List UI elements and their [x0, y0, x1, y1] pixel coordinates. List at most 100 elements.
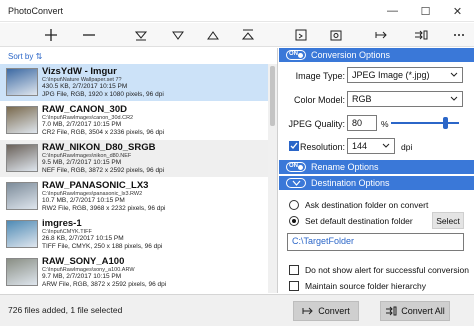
- maintain-hierarchy-label: Maintain source folder hierarchy: [305, 281, 426, 291]
- close-icon: ✕: [452, 5, 463, 18]
- settings-button[interactable]: [321, 25, 351, 45]
- file-details: ARW File, RGB, 3872 x 2592 pixels, 96 dp…: [42, 281, 167, 288]
- thumbnail: [6, 68, 38, 96]
- rename-toggle[interactable]: ON: [286, 162, 306, 172]
- minimize-icon: —: [387, 5, 398, 17]
- convert-all-icon: [415, 30, 428, 40]
- add-button[interactable]: [36, 25, 66, 45]
- color-model-label: Color Model:: [293, 95, 345, 105]
- rename-options-header[interactable]: ON Rename Options: [279, 160, 474, 174]
- status-bar: 726 files added, 1 file selected Convert…: [0, 294, 474, 326]
- sort-by-control[interactable]: Sort by ⇅: [8, 52, 42, 61]
- slider-thumb[interactable]: [443, 117, 449, 129]
- select-folder-label: Select: [436, 215, 460, 226]
- file-size-date: 7.0 MB, 2/7/2017 10:15 PM: [42, 121, 122, 128]
- toggle-text: ON: [289, 163, 298, 169]
- section-title: Conversion Options: [311, 50, 391, 60]
- convert-label: Convert: [318, 306, 350, 316]
- file-size-date: 26.8 KB, 2/7/2017 10:15 PM: [42, 235, 124, 242]
- close-button[interactable]: ✕: [441, 0, 474, 22]
- list-item[interactable]: RAW_SONY_A100 C:\Input\RawImages\sony_a1…: [0, 254, 268, 291]
- thumbnail: [6, 144, 38, 172]
- convert-all-button[interactable]: Convert All: [380, 301, 450, 321]
- destination-options-header[interactable]: Destination Options: [279, 176, 474, 190]
- maintain-hierarchy-checkbox[interactable]: [289, 281, 299, 291]
- file-size-date: 10.7 MB, 2/7/2017 10:15 PM: [42, 197, 125, 204]
- preview-icon: [295, 29, 307, 41]
- file-details: NEF File, RGB, 3872 x 2592 pixels, 96 dp…: [42, 167, 165, 174]
- list-scrollbar[interactable]: [268, 64, 277, 293]
- list-item[interactable]: RAW_CANON_30D C:\Input\RawImages\canon_3…: [0, 102, 268, 139]
- window-title: PhotoConvert: [8, 6, 64, 16]
- no-alert-label: Do not show alert for successful convers…: [305, 265, 469, 275]
- expand-toggle[interactable]: [286, 178, 306, 188]
- resolution-value: 144: [352, 141, 368, 151]
- file-details: RW2 File, RGB, 3968 x 2232 pixels, 96 dp…: [42, 205, 166, 212]
- move-to-bottom-button[interactable]: [126, 25, 156, 45]
- maximize-button[interactable]: ☐: [409, 0, 442, 22]
- more-button[interactable]: [444, 25, 474, 45]
- jpeg-quality-value: 80: [352, 118, 363, 128]
- jpeg-quality-slider[interactable]: [391, 122, 459, 124]
- default-destination-radio[interactable]: [289, 216, 299, 226]
- move-down-icon: [172, 31, 184, 40]
- list-item[interactable]: RAW_PANASONIC_LX3 C:\Input\RawImages\pan…: [0, 178, 268, 215]
- resolution-select[interactable]: 144: [347, 138, 395, 154]
- file-name: RAW_CANON_30D: [42, 104, 127, 115]
- section-title: Destination Options: [311, 178, 390, 188]
- image-type-value: JPEG Image (*.jpg): [352, 70, 430, 80]
- convert-icon: [375, 31, 387, 39]
- thumbnail: [6, 258, 38, 286]
- jpeg-quality-label: JPEG Quality:: [288, 119, 345, 129]
- remove-button[interactable]: [74, 25, 104, 45]
- color-model-value: RGB: [352, 94, 372, 104]
- file-name: RAW_PANASONIC_LX3: [42, 180, 149, 191]
- ask-destination-radio[interactable]: [289, 200, 299, 210]
- color-model-select[interactable]: RGB: [347, 91, 463, 107]
- preview-button[interactable]: [286, 25, 316, 45]
- conversion-options-header[interactable]: ON Conversion Options: [279, 48, 474, 62]
- toggle-knob: [298, 165, 303, 170]
- ask-destination-label: Ask destination folder on convert: [305, 200, 429, 210]
- chevron-down-icon: [292, 180, 301, 186]
- move-to-top-icon: [241, 29, 255, 40]
- file-details: CR2 File, RGB, 3504 x 2336 pixels, 96 dp…: [42, 129, 165, 136]
- no-alert-checkbox[interactable]: [289, 265, 299, 275]
- jpeg-quality-input[interactable]: 80: [347, 115, 377, 131]
- add-icon: [45, 29, 57, 41]
- list-item[interactable]: VizsYdW - Imgur C:\Input\Nature Wallpape…: [0, 64, 268, 101]
- sort-icon: ⇅: [35, 52, 43, 61]
- select-folder-button[interactable]: Select: [432, 212, 464, 229]
- list-item[interactable]: RAW_NIKON_D80_SRGB C:\Input\RawImages\ni…: [0, 140, 268, 177]
- destination-folder-value: C:\TargetFolder: [292, 236, 355, 246]
- file-list-pane: Sort by ⇅ VizsYdW - Imgur C:\Input\Natur…: [0, 48, 278, 293]
- file-details: JPG File, RGB, 1920 x 1080 pixels, 96 dp…: [42, 91, 164, 98]
- file-size-date: 430.5 KB, 2/7/2017 10:15 PM: [42, 83, 128, 90]
- file-name: RAW_NIKON_D80_SRGB: [42, 142, 156, 153]
- conversion-toggle[interactable]: ON: [286, 50, 306, 60]
- list-item[interactable]: imgres-1 C:\Input\CMYK.TIFF 26.8 KB, 2/7…: [0, 216, 268, 253]
- toggle-text: ON: [289, 51, 298, 57]
- toolbar: [0, 23, 474, 47]
- chevron-down-icon: [382, 143, 390, 148]
- move-to-bottom-icon: [134, 31, 148, 41]
- convert-icon: [302, 307, 313, 315]
- default-destination-label: Set default destination folder: [305, 216, 413, 226]
- move-to-top-button[interactable]: [233, 25, 263, 45]
- convert-all-toolbar-button[interactable]: [406, 25, 436, 45]
- move-down-button[interactable]: [163, 25, 193, 45]
- resolution-unit: dpi: [401, 142, 413, 152]
- minimize-button[interactable]: —: [376, 0, 409, 22]
- file-details: TIFF File, CMYK, 250 x 188 pixels, 96 dp…: [42, 243, 163, 250]
- file-size-date: 9.5 MB, 2/7/2017 10:15 PM: [42, 159, 122, 166]
- file-name: RAW_SONY_A100: [42, 256, 125, 267]
- convert-toolbar-button[interactable]: [367, 25, 397, 45]
- destination-folder-input[interactable]: C:\TargetFolder: [287, 233, 464, 251]
- convert-button[interactable]: Convert: [293, 301, 359, 321]
- title-bar: PhotoConvert — ☐ ✕: [0, 0, 474, 22]
- move-up-button[interactable]: [198, 25, 228, 45]
- sort-by-label: Sort by: [8, 52, 34, 61]
- file-name: imgres-1: [42, 218, 82, 229]
- image-type-select[interactable]: JPEG Image (*.jpg): [347, 67, 463, 83]
- scrollbar-thumb[interactable]: [270, 66, 275, 126]
